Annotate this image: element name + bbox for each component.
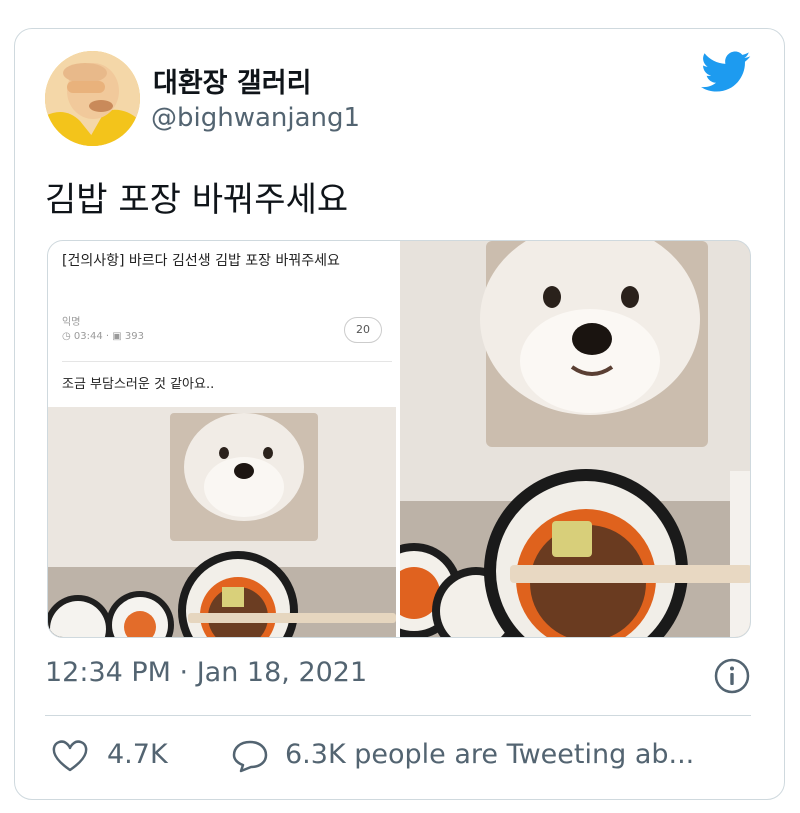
divider [45,715,751,716]
tweeting-about-link[interactable]: 6.3K people are Tweeting ab... [285,739,694,770]
post-title: [건의사항] 바르다 김선생 김밥 포장 바꿔주세요 [62,253,340,269]
dog-kimbap-photo-large [366,241,750,637]
display-name[interactable]: 대환장 갤러리 [153,61,311,100]
embedded-post-screenshot[interactable]: [건의사항] 바르다 김선생 김밥 포장 바꿔주세요 익명 ◷ 03:44 · … [48,241,400,637]
info-icon[interactable] [713,657,751,695]
heart-icon[interactable] [51,739,89,773]
post-meta: ◷ 03:44 · ▣ 393 [62,331,144,342]
post-divider [62,361,392,362]
post-body: 조금 부담스러운 것 같아요.. [62,377,215,392]
tweet-media[interactable]: [건의사항] 바르다 김선생 김밥 포장 바꿔주세요 익명 ◷ 03:44 · … [47,240,751,638]
like-count[interactable]: 4.7K [107,739,168,770]
post-author: 익명 [62,317,81,328]
tweet-card: 대환장 갤러리 @bighwanjang1 김밥 포장 바꿔주세요 [건의사항]… [14,28,785,800]
user-handle[interactable]: @bighwanjang1 [151,103,360,133]
comment-count-badge: 20 [344,317,382,343]
tweet-text: 김밥 포장 바꿔주세요 [45,180,349,220]
twitter-bird-icon[interactable] [701,51,751,95]
speech-bubble-icon[interactable] [231,739,269,773]
tweet-timestamp[interactable]: 12:34 PM · Jan 18, 2021 [45,657,367,688]
dog-kimbap-photo-small [48,407,396,637]
avatar[interactable] [45,51,140,146]
